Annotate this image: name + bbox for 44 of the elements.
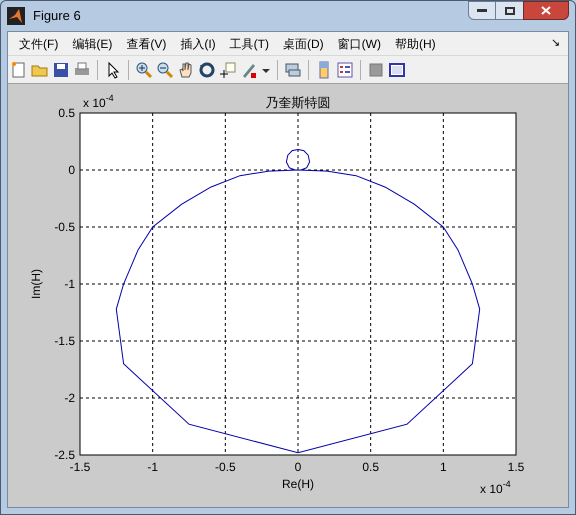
menu-item[interactable]: 文件(F) (12, 34, 66, 52)
x-multiplier: x 10$^{-4}$ (480, 479, 511, 496)
x-axis-label: Re(H) (282, 477, 314, 491)
close-icon (541, 6, 551, 15)
chart-title: 乃奎斯特圆 (266, 96, 330, 111)
x-tick-label: -0.5 (215, 460, 236, 474)
x-tick-label: 0.5 (362, 460, 379, 474)
y-tick-label: -0.5 (54, 220, 75, 234)
y-tick-label: 0 (68, 163, 75, 177)
maximize-button[interactable] (496, 1, 523, 20)
app-logo-icon (7, 7, 25, 25)
x-tick-label: -1 (147, 460, 158, 474)
x-tick-label: 0 (294, 460, 302, 474)
legend-icon[interactable] (336, 60, 354, 78)
y-tick-label: 0.5 (58, 106, 75, 120)
x-tick-label: 1.5 (508, 460, 524, 474)
y-axis-label: Im(H) (29, 269, 43, 299)
zoom-in-icon[interactable] (135, 60, 153, 78)
y-tick-label: -2.5 (54, 448, 75, 462)
minimize-icon (477, 8, 487, 12)
window-icon[interactable] (388, 60, 406, 78)
rotate-icon[interactable] (198, 60, 216, 78)
y-tick-label: -1 (64, 277, 75, 291)
menu-arrow[interactable]: ↘ (551, 35, 560, 52)
y-tick-label: -2 (64, 391, 75, 405)
x-tick-label: 1 (440, 460, 447, 474)
y-multiplier: x 10$^{-4}$ (83, 93, 114, 110)
y-tick-label: -1.5 (54, 334, 75, 348)
menu-item[interactable]: 查看(V) (119, 34, 174, 52)
data-cursor-icon[interactable] (219, 60, 237, 78)
square-icon[interactable] (367, 60, 385, 78)
minimize-button[interactable] (468, 1, 496, 20)
maximize-icon (504, 6, 514, 14)
menu-item[interactable]: 工具(T) (222, 34, 276, 52)
menu-item[interactable]: 帮助(H) (388, 34, 443, 52)
link-plot-icon[interactable] (284, 60, 302, 78)
zoom-out-icon[interactable] (156, 60, 174, 78)
menu-item[interactable]: 编辑(E) (65, 34, 120, 52)
x-tick-label: -1.5 (70, 460, 90, 474)
menu-item[interactable]: 桌面(D) (276, 34, 331, 52)
menu-item[interactable]: 插入(I) (173, 34, 223, 52)
menu-item[interactable]: 窗口(W) (330, 34, 388, 52)
window-title: Figure 6 (33, 7, 81, 26)
close-button[interactable] (523, 1, 569, 20)
